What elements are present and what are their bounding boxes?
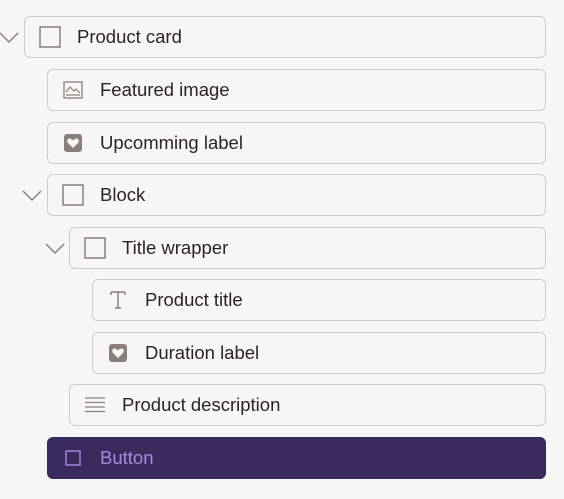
tree-item-label: Duration label — [145, 342, 260, 363]
paragraph-icon — [84, 394, 106, 416]
tree-item-featured-image[interactable]: Featured image — [47, 69, 546, 111]
tree-item-label: Block — [100, 184, 146, 205]
tree-item-label: Product description — [122, 394, 281, 415]
image-icon — [62, 79, 84, 101]
expand-chevron-title-wrapper[interactable] — [44, 238, 66, 260]
square-icon — [62, 184, 84, 206]
tree-item-title-wrapper[interactable]: Title wrapper — [69, 227, 546, 269]
layer-tree: Product card Featured image Upcomming la… — [0, 0, 564, 499]
tree-item-block[interactable]: Block — [47, 174, 546, 216]
square-icon — [62, 447, 84, 469]
tree-item-button[interactable]: Button — [47, 437, 546, 479]
chevron-down-icon — [45, 243, 65, 255]
tree-item-product-card[interactable]: Product card — [24, 16, 546, 58]
expand-chevron-product-card[interactable] — [0, 27, 20, 49]
heart-badge-icon — [62, 132, 84, 154]
tree-item-label: Title wrapper — [122, 237, 229, 258]
tree-item-label: Featured image — [100, 79, 230, 100]
text-icon — [107, 289, 129, 311]
chevron-down-icon — [22, 190, 42, 202]
chevron-down-icon — [0, 32, 19, 44]
square-icon — [39, 26, 61, 48]
expand-chevron-block[interactable] — [21, 185, 43, 207]
tree-item-product-description[interactable]: Product description — [69, 384, 546, 426]
tree-item-label: Upcomming label — [100, 132, 243, 153]
tree-item-duration-label[interactable]: Duration label — [92, 332, 546, 374]
tree-item-product-title[interactable]: Product title — [92, 279, 546, 321]
tree-item-label: Button — [100, 447, 154, 468]
heart-badge-icon — [107, 342, 129, 364]
tree-item-label: Product card — [77, 26, 182, 47]
tree-item-upcomming-label[interactable]: Upcomming label — [47, 122, 546, 164]
tree-item-label: Product title — [145, 289, 243, 310]
square-icon — [84, 237, 106, 259]
